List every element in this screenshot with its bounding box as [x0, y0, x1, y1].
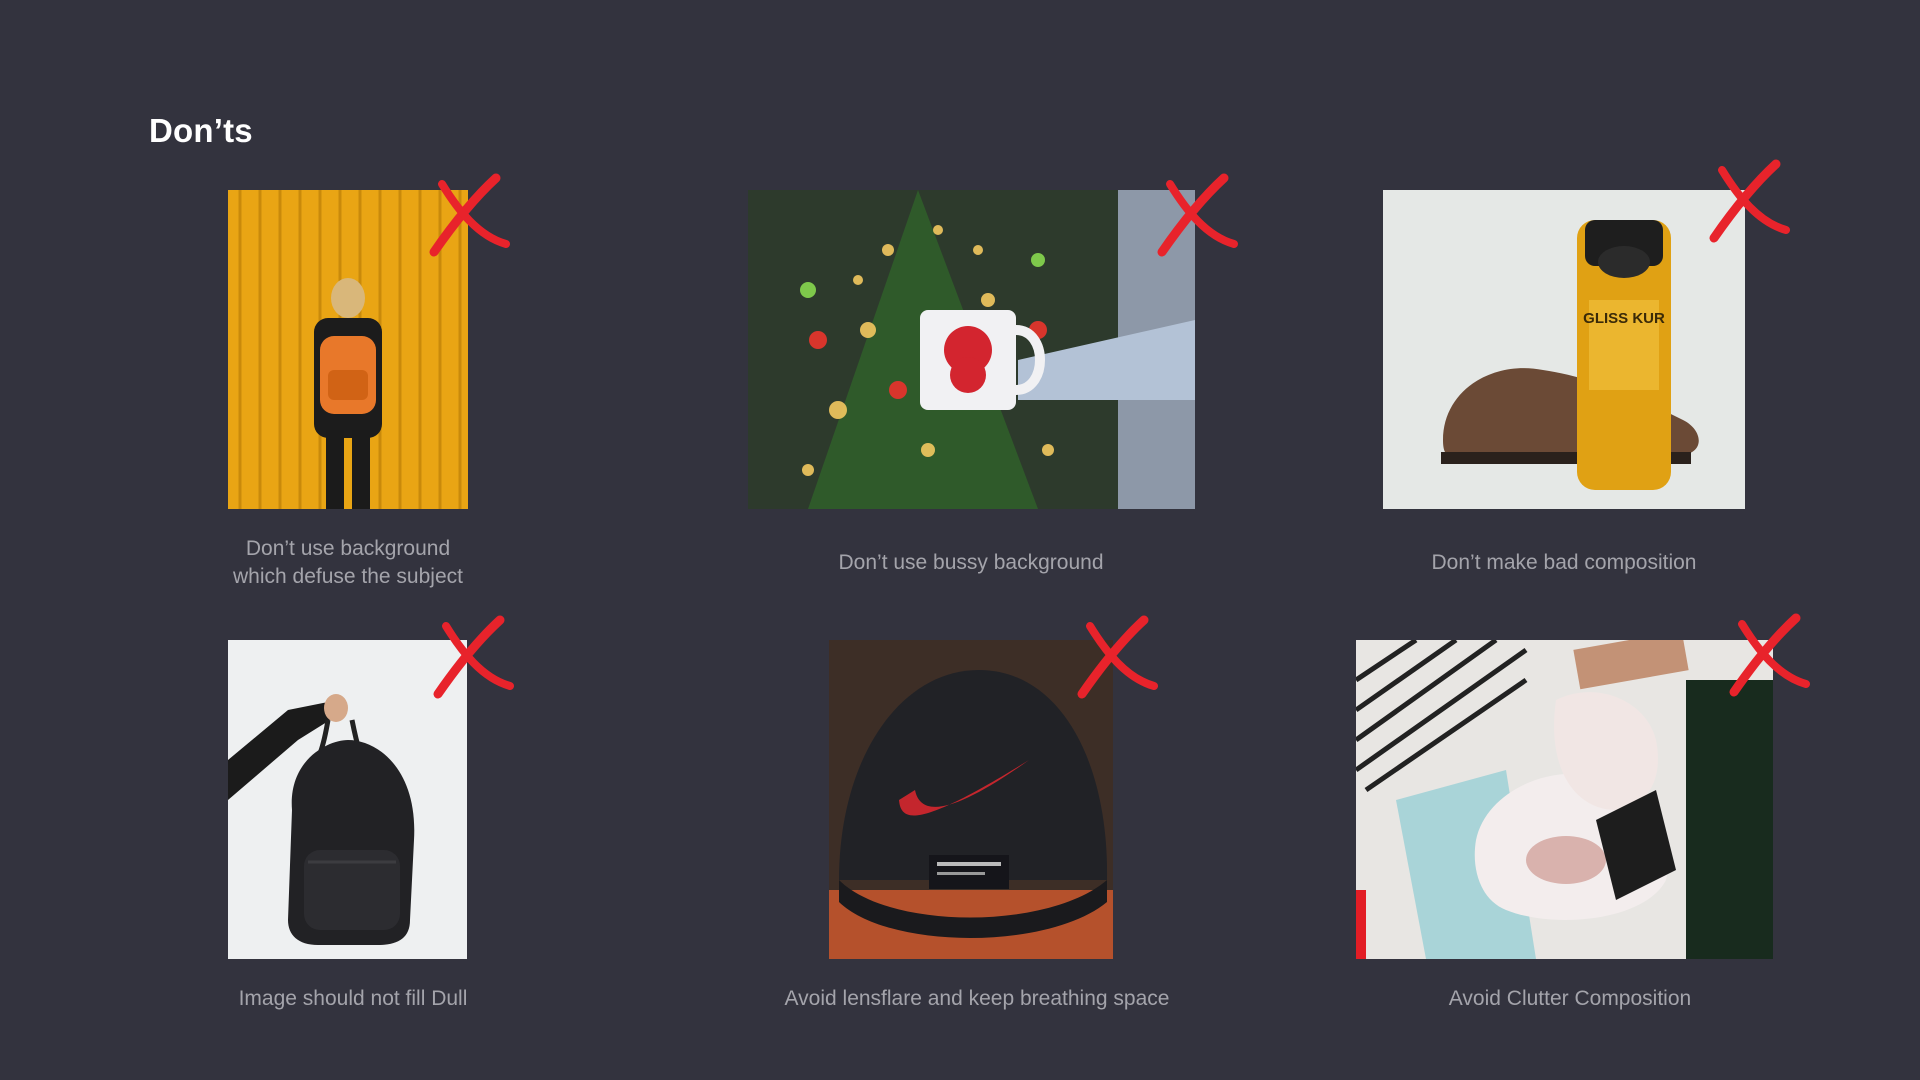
red-x-icon	[1708, 159, 1790, 243]
caption: Don’t make bad composition	[1431, 551, 1697, 574]
cluttered-flatlay-photo	[1356, 640, 1773, 959]
shampoo-brand-text: GLISS KUR	[1583, 310, 1665, 327]
red-x-icon	[428, 173, 510, 257]
nike-cap-photo	[829, 640, 1113, 959]
red-x-icon	[432, 615, 514, 699]
donts-slide: Don’ts Don’t use background which defuse…	[0, 0, 1920, 1080]
caption: Don’t use bussy background	[838, 551, 1104, 574]
red-x-icon	[1156, 173, 1238, 257]
shoe-shampoo-photo: GLISS KUR	[1383, 190, 1745, 509]
caption: Don’t use background which defuse the su…	[233, 537, 463, 588]
caption: Avoid Clutter Composition	[1448, 987, 1692, 1010]
page-title: Don’ts	[149, 112, 253, 149]
caption: Avoid lensflare and keep breathing space	[784, 987, 1170, 1010]
red-x-icon	[1076, 615, 1158, 699]
caption: Image should not fill Dull	[238, 987, 468, 1010]
christmas-mug-photo	[748, 190, 1195, 509]
red-x-icon	[1728, 613, 1810, 697]
